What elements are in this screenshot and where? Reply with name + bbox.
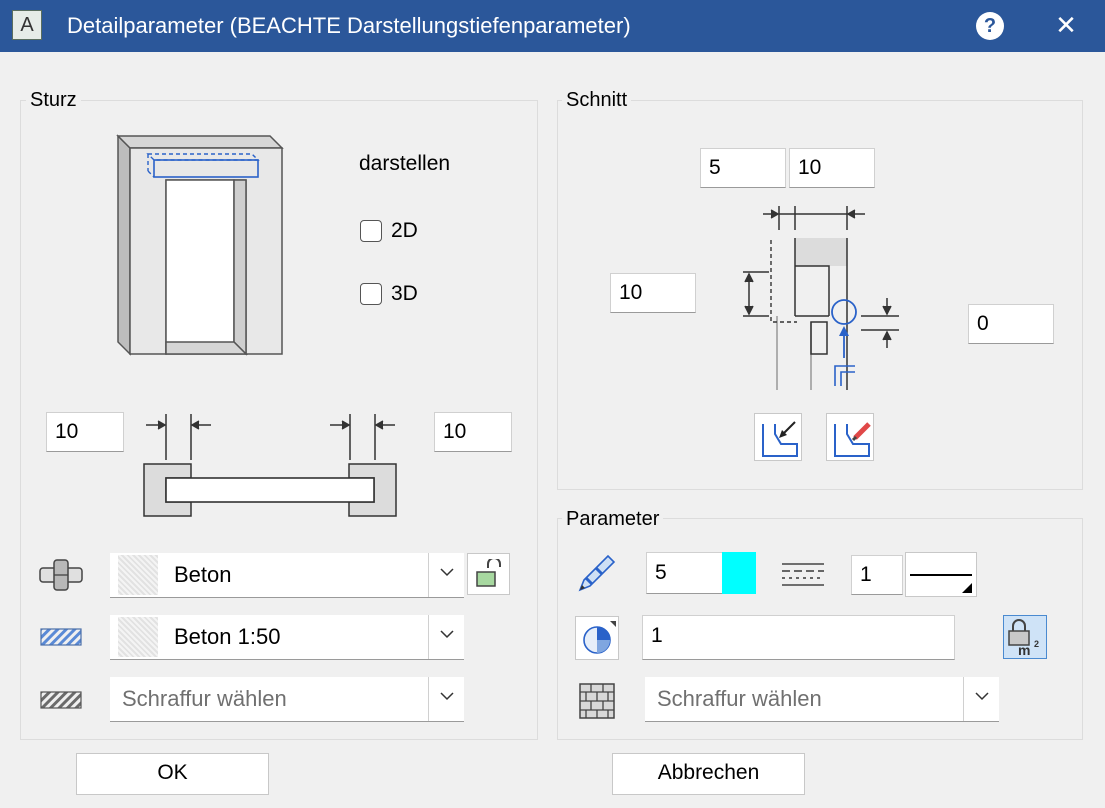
material-select[interactable]: Beton: [110, 553, 464, 598]
lintel-plan-icon: [143, 414, 397, 517]
material-select-value: Beton: [174, 562, 232, 587]
ok-button[interactable]: OK: [76, 753, 269, 795]
chevron-down-icon: [975, 692, 989, 701]
section-pick-button[interactable]: [754, 413, 802, 461]
schnitt-top-right-input[interactable]: 10: [789, 148, 875, 188]
line-style-picker[interactable]: [905, 552, 977, 597]
parameter-fill-placeholder: Schraffur wählen: [657, 686, 822, 711]
lock-m2-icon: m 2: [1008, 619, 1039, 657]
svg-text:m: m: [1018, 642, 1030, 657]
schnitt-top-left-input[interactable]: 5: [700, 148, 786, 188]
lintel-3d-icon: [116, 134, 284, 356]
schnitt-left-input[interactable]: 10: [610, 273, 696, 313]
svg-text:2: 2: [1034, 639, 1039, 649]
area-pie-icon: [583, 621, 616, 654]
cancel-button[interactable]: Abbrechen: [612, 753, 805, 795]
area-lock-button[interactable]: m 2: [1003, 615, 1047, 659]
sturz-fill-select[interactable]: Schraffur wählen: [110, 677, 464, 722]
section-edit-button[interactable]: [826, 413, 874, 461]
hatch-swatch: [118, 617, 158, 657]
sturz-group-title: Sturz: [26, 89, 81, 112]
sturz-fill-placeholder: Schraffur wählen: [122, 686, 287, 711]
close-icon[interactable]: ✕: [1050, 8, 1082, 42]
schnitt-group-title: Schnitt: [562, 89, 632, 112]
section-pick-icon: [762, 421, 798, 457]
material-lock-button[interactable]: [467, 553, 510, 595]
checkbox-2d-label: 2D: [391, 219, 418, 242]
checkbox-2d[interactable]: [360, 220, 382, 242]
pen-icon: [578, 554, 616, 592]
line-type-icon: [782, 563, 824, 586]
material-icon: [39, 559, 83, 591]
checkbox-3d[interactable]: [360, 283, 382, 305]
hatch-select-value: Beton 1:50: [174, 624, 281, 649]
hatch-select[interactable]: Beton 1:50: [110, 615, 464, 660]
chevron-down-icon: [440, 692, 454, 701]
pen-color-swatch[interactable]: [722, 552, 756, 594]
parameter-group-title: Parameter: [562, 508, 664, 531]
material-swatch: [118, 555, 158, 595]
brick-pattern-icon: [579, 683, 615, 719]
section-detail-icon: [743, 206, 899, 390]
section-edit-icon: [834, 422, 871, 457]
sturz-left-input[interactable]: 10: [46, 412, 124, 452]
title-bar: A Detailparameter (BEACHTE Darstellungst…: [0, 0, 1105, 52]
darstellen-label: darstellen: [359, 152, 451, 175]
pen-thickness-input[interactable]: 5: [646, 552, 724, 594]
parameter-fill-select[interactable]: Schraffur wählen: [645, 677, 999, 722]
schnitt-right-input[interactable]: 0: [968, 304, 1054, 344]
material-dropdown-arrow[interactable]: [428, 553, 464, 597]
parameter-fill-dropdown-arrow[interactable]: [963, 677, 999, 721]
sturz-right-input[interactable]: 10: [434, 412, 512, 452]
chevron-down-icon: [440, 568, 454, 577]
line-style-icon: [910, 574, 972, 593]
unlock-icon: [476, 559, 501, 587]
hatch-icon: [40, 628, 82, 646]
hatch-dropdown-arrow[interactable]: [428, 615, 464, 659]
line-type-input[interactable]: 1: [851, 555, 903, 595]
fill-hatch-icon: [40, 691, 82, 709]
area-style-button[interactable]: [575, 616, 619, 660]
area-value-input[interactable]: 1: [642, 615, 955, 660]
app-icon: A: [12, 10, 42, 40]
chevron-down-icon: [440, 630, 454, 639]
window-title: Detailparameter (BEACHTE Darstellungstie…: [67, 13, 631, 38]
sturz-fill-dropdown-arrow[interactable]: [428, 677, 464, 721]
help-icon[interactable]: ?: [976, 12, 1004, 40]
checkbox-3d-label: 3D: [391, 282, 418, 305]
